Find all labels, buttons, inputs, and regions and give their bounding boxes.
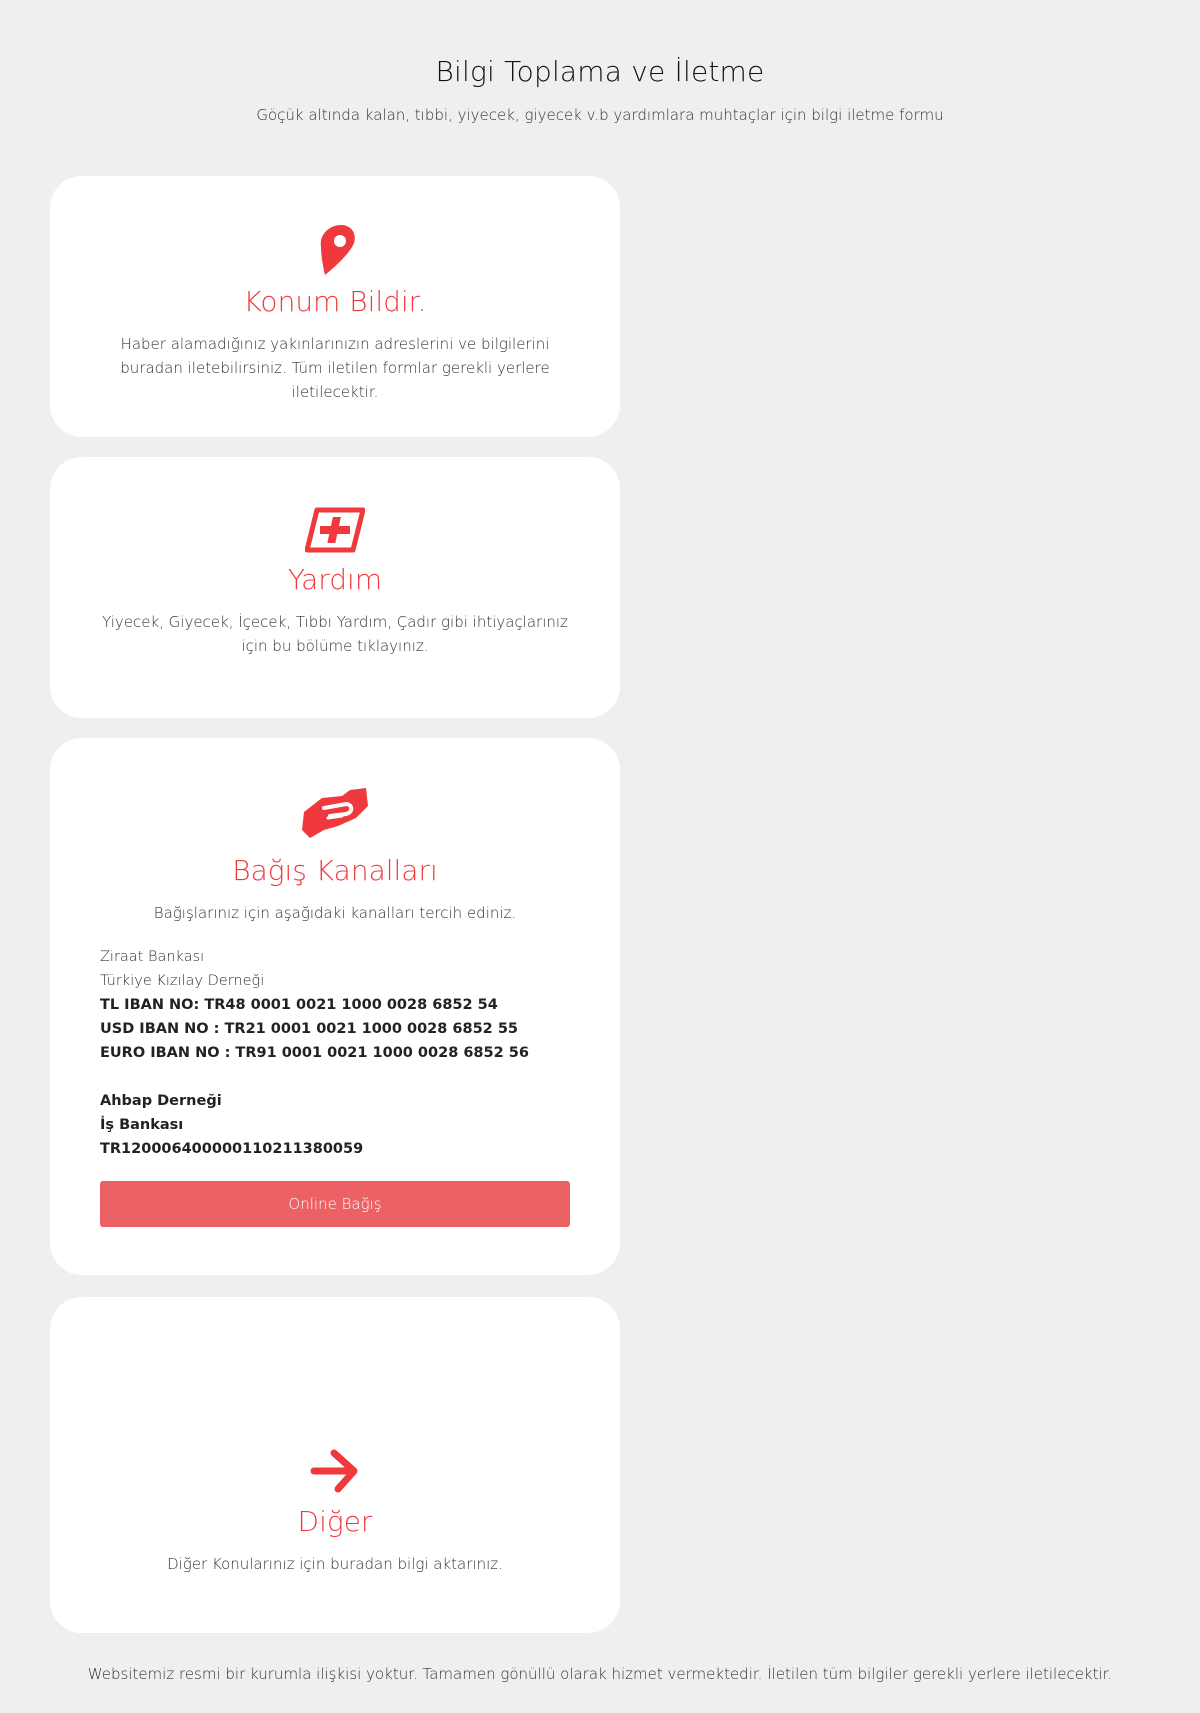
footer-disclaimer: Websitemiz resmi bir kurumla ilişkisi yo… — [87, 1665, 1113, 1683]
bank1-name: Ziraat Bankası — [100, 949, 205, 965]
donation-card: Bağış Kanalları Bağışlarınız için aşağıd… — [50, 738, 620, 1275]
bank2-iban: TR120006400000110211380059 — [100, 1141, 364, 1157]
online-donation-button[interactable]: Online Bağış — [100, 1181, 570, 1227]
donation-card-title: Bağış Kanalları — [232, 854, 438, 887]
donation-card-description: Bağışlarınız için aşağıdaki kanalları te… — [153, 904, 517, 922]
location-pin-icon — [320, 225, 355, 275]
help-card[interactable]: Yardım Yiyecek, Giyecek, İçecek, Tıbbı Y… — [50, 457, 620, 718]
arrow-right-icon — [310, 1449, 358, 1493]
bank-accounts: Ziraat Bankası Türkiye Kızılay Derneği T… — [50, 945, 620, 1161]
medical-cross-icon — [305, 507, 365, 553]
handshake-icon — [302, 788, 368, 838]
page-subtitle: Göçük altında kalan, tıbbi, yiyecek, giy… — [256, 106, 944, 124]
help-card-title: Yardım — [287, 563, 383, 596]
page-title: Bilgi Toplama ve İletme — [435, 55, 765, 88]
other-card-title: Diğer — [297, 1505, 373, 1538]
bank2-org-name: Ahbap Derneği — [100, 1093, 222, 1109]
location-report-card[interactable]: Konum Bildir. Haber alamadığınız yakınla… — [50, 176, 620, 437]
help-card-description: Yiyecek, Giyecek, İçecek, Tıbbı Yardım, … — [102, 613, 568, 655]
bank1-account-holder: Türkiye Kızılay Derneği — [100, 973, 265, 989]
page-header: Bilgi Toplama ve İletme Göçük altında ka… — [0, 55, 1200, 124]
location-card-description: Haber alamadığınız yakınlarınızın adresl… — [120, 335, 550, 401]
bank-spacer — [100, 1065, 570, 1089]
bank1-usd-iban: USD IBAN NO : TR21 0001 0021 1000 0028 6… — [100, 1021, 518, 1037]
bank1-euro-iban: EURO IBAN NO : TR91 0001 0021 1000 0028 … — [100, 1045, 529, 1061]
other-card[interactable]: Diğer Diğer Konularınız için buradan bil… — [50, 1297, 620, 1633]
location-card-title: Konum Bildir. — [243, 285, 427, 318]
bank1-tl-iban: TL IBAN NO: TR48 0001 0021 1000 0028 685… — [100, 997, 498, 1013]
bank2-bank-name: İş Bankası — [100, 1117, 184, 1133]
other-card-description: Diğer Konularınız için buradan bilgi akt… — [167, 1555, 503, 1573]
